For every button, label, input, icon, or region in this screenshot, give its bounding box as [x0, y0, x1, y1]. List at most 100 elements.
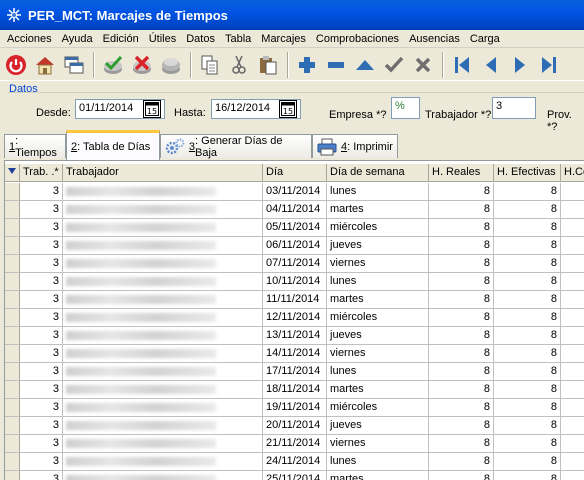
- previous-button[interactable]: [477, 51, 505, 79]
- paste-button[interactable]: [254, 51, 282, 79]
- cell-h-reales[interactable]: 8: [429, 471, 494, 480]
- cell-trab[interactable]: 3: [20, 435, 63, 453]
- cell-dia-semana[interactable]: viernes: [327, 345, 429, 363]
- row-indicator[interactable]: [5, 471, 20, 480]
- cell-dia[interactable]: 25/11/2014: [263, 471, 327, 480]
- cell-trabajador-redacted[interactable]: [63, 471, 263, 480]
- refresh-button[interactable]: [157, 51, 185, 79]
- row-indicator[interactable]: [5, 327, 20, 345]
- cell-trab[interactable]: 3: [20, 381, 63, 399]
- cell-h-co[interactable]: [561, 201, 584, 219]
- cell-trab[interactable]: 3: [20, 327, 63, 345]
- row-indicator[interactable]: [5, 183, 20, 201]
- tab-imprimir[interactable]: 4: Imprimir: [312, 134, 398, 158]
- cell-dia[interactable]: 10/11/2014: [263, 273, 327, 291]
- cut-button[interactable]: [225, 51, 253, 79]
- cell-dia[interactable]: 17/11/2014: [263, 363, 327, 381]
- cell-trabajador-redacted[interactable]: [63, 417, 263, 435]
- accept-button[interactable]: [380, 51, 408, 79]
- cell-trab[interactable]: 3: [20, 201, 63, 219]
- cell-dia[interactable]: 11/11/2014: [263, 291, 327, 309]
- row-indicator[interactable]: [5, 273, 20, 291]
- table-row[interactable]: 3 06/11/2014 jueves 8 8: [5, 237, 584, 255]
- cell-dia[interactable]: 24/11/2014: [263, 453, 327, 471]
- tab-generar-dias-de-baja[interactable]: 3: Generar Días de Baja: [160, 134, 312, 159]
- cell-trabajador-redacted[interactable]: [63, 399, 263, 417]
- menu-ausencias[interactable]: Ausencias: [404, 33, 465, 45]
- first-button[interactable]: [448, 51, 476, 79]
- cell-trabajador-redacted[interactable]: [63, 381, 263, 399]
- cell-h-co[interactable]: [561, 309, 584, 327]
- cell-h-co[interactable]: [561, 327, 584, 345]
- cell-h-efectivas[interactable]: 8: [494, 345, 561, 363]
- cell-trabajador-redacted[interactable]: [63, 237, 263, 255]
- table-row[interactable]: 3 14/11/2014 viernes 8 8: [5, 345, 584, 363]
- cell-h-co[interactable]: [561, 435, 584, 453]
- check-all-button[interactable]: [99, 51, 127, 79]
- cell-h-efectivas[interactable]: 8: [494, 255, 561, 273]
- trabajador-field[interactable]: 3: [492, 97, 536, 119]
- cell-h-efectivas[interactable]: 8: [494, 435, 561, 453]
- cell-h-reales[interactable]: 8: [429, 435, 494, 453]
- cell-dia[interactable]: 20/11/2014: [263, 417, 327, 435]
- cell-h-co[interactable]: [561, 237, 584, 255]
- cell-h-reales[interactable]: 8: [429, 183, 494, 201]
- cell-dia[interactable]: 19/11/2014: [263, 399, 327, 417]
- cell-dia[interactable]: 07/11/2014: [263, 255, 327, 273]
- cell-dia-semana[interactable]: miércoles: [327, 309, 429, 327]
- cell-h-co[interactable]: [561, 183, 584, 201]
- cell-dia-semana[interactable]: lunes: [327, 183, 429, 201]
- cell-h-efectivas[interactable]: 8: [494, 471, 561, 480]
- row-indicator[interactable]: [5, 345, 20, 363]
- days-table[interactable]: Trab. .* Trabajador Día Día de semana H.…: [4, 160, 584, 480]
- row-indicator[interactable]: [5, 237, 20, 255]
- cell-trab[interactable]: 3: [20, 273, 63, 291]
- column-header-dia[interactable]: Día: [263, 164, 327, 182]
- cell-dia[interactable]: 14/11/2014: [263, 345, 327, 363]
- cell-trabajador-redacted[interactable]: [63, 345, 263, 363]
- cell-dia-semana[interactable]: miércoles: [327, 399, 429, 417]
- cell-h-reales[interactable]: 8: [429, 273, 494, 291]
- cell-dia-semana[interactable]: jueves: [327, 327, 429, 345]
- row-indicator[interactable]: [5, 291, 20, 309]
- row-indicator[interactable]: [5, 255, 20, 273]
- cell-h-efectivas[interactable]: 8: [494, 291, 561, 309]
- cell-h-co[interactable]: [561, 471, 584, 480]
- cell-h-reales[interactable]: 8: [429, 219, 494, 237]
- power-button[interactable]: [2, 51, 30, 79]
- table-row[interactable]: 3 03/11/2014 lunes 8 8: [5, 183, 584, 201]
- cell-dia-semana[interactable]: viernes: [327, 435, 429, 453]
- cell-h-efectivas[interactable]: 8: [494, 363, 561, 381]
- column-header-h-co[interactable]: H.Co: [561, 164, 584, 182]
- cell-h-co[interactable]: [561, 381, 584, 399]
- cell-dia[interactable]: 21/11/2014: [263, 435, 327, 453]
- cell-trab[interactable]: 3: [20, 363, 63, 381]
- cell-dia[interactable]: 18/11/2014: [263, 381, 327, 399]
- table-row[interactable]: 3 25/11/2014 martes 8 8: [5, 471, 584, 480]
- row-indicator[interactable]: [5, 399, 20, 417]
- cell-h-co[interactable]: [561, 417, 584, 435]
- cell-trabajador-redacted[interactable]: [63, 255, 263, 273]
- cell-h-reales[interactable]: 8: [429, 201, 494, 219]
- row-indicator-header[interactable]: [5, 164, 20, 182]
- row-indicator[interactable]: [5, 381, 20, 399]
- cancel-button[interactable]: [409, 51, 437, 79]
- cell-h-co[interactable]: [561, 399, 584, 417]
- row-indicator[interactable]: [5, 309, 20, 327]
- column-header-h-reales[interactable]: H. Reales: [429, 164, 494, 182]
- cell-trab[interactable]: 3: [20, 453, 63, 471]
- menu-ayuda[interactable]: Ayuda: [57, 33, 98, 45]
- add-button[interactable]: [293, 51, 321, 79]
- cell-dia-semana[interactable]: lunes: [327, 273, 429, 291]
- cancel-all-button[interactable]: [128, 51, 156, 79]
- up-button[interactable]: [351, 51, 379, 79]
- row-indicator[interactable]: [5, 201, 20, 219]
- table-row[interactable]: 3 13/11/2014 jueves 8 8: [5, 327, 584, 345]
- table-row[interactable]: 3 07/11/2014 viernes 8 8: [5, 255, 584, 273]
- cell-dia-semana[interactable]: jueves: [327, 237, 429, 255]
- cell-dia-semana[interactable]: miércoles: [327, 219, 429, 237]
- cell-h-efectivas[interactable]: 8: [494, 399, 561, 417]
- cell-h-co[interactable]: [561, 453, 584, 471]
- cell-trab[interactable]: 3: [20, 255, 63, 273]
- cell-dia-semana[interactable]: lunes: [327, 453, 429, 471]
